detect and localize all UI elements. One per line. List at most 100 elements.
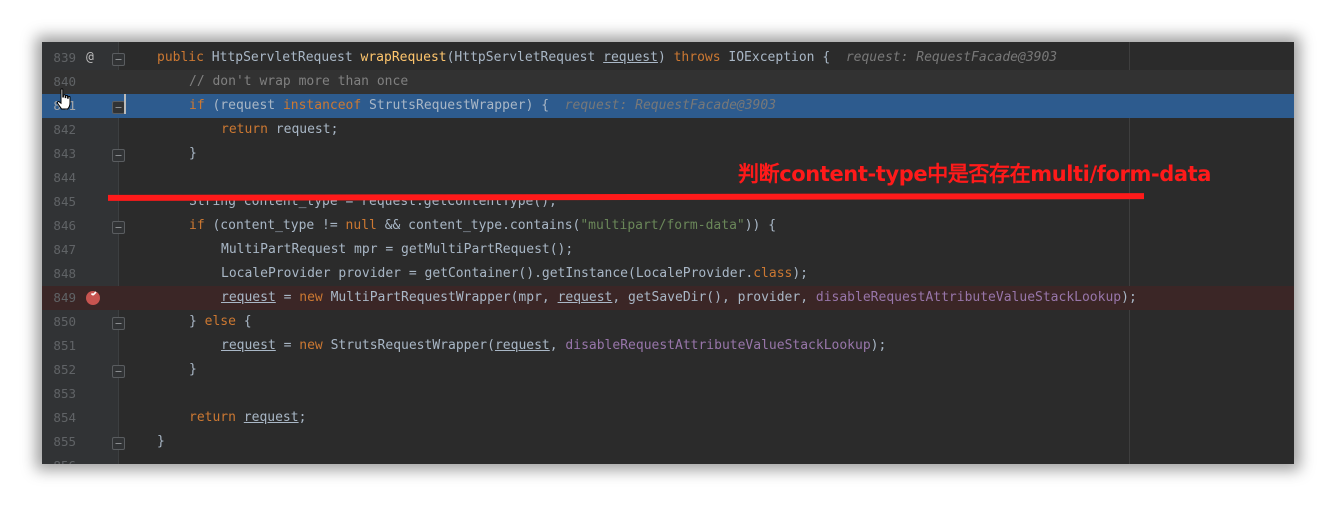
code-token: request [221, 290, 276, 305]
code-line[interactable]: 852} [42, 358, 1294, 382]
code-text[interactable]: // don't wrap more than once [189, 70, 408, 94]
code-text[interactable]: if (request instanceof StrutsRequestWrap… [189, 94, 776, 118]
code-token: throws [673, 50, 729, 65]
line-number[interactable]: 846 [42, 214, 76, 238]
code-token: = [275, 290, 300, 305]
line-number[interactable]: 844 [42, 166, 76, 190]
code-token: return [221, 122, 276, 137]
code-token: )) { [744, 218, 777, 233]
code-line[interactable]: 839 public HttpServletRequest wrapRequest… [42, 46, 1294, 70]
code-text[interactable]: LocaleProvider provider = getContainer()… [221, 262, 808, 286]
code-line[interactable]: 847 MultiPartRequest mpr = getMultiPartRe… [42, 238, 1294, 262]
code-token: (HttpServletRequest [446, 50, 604, 65]
line-number[interactable]: 839 [42, 46, 76, 70]
code-line[interactable]: 853 [42, 382, 1294, 406]
code-token: wrapRequest [360, 50, 447, 65]
line-number[interactable]: 851 [42, 334, 76, 358]
code-token: null [345, 218, 385, 233]
code-text[interactable]: request = new StrutsRequestWrapper(reque… [221, 334, 886, 358]
code-token: request [243, 410, 299, 425]
code-token: disableRequestAttributeValueStackLookup [565, 338, 871, 353]
line-number[interactable]: 855 [42, 430, 76, 454]
code-text[interactable]: public HttpServletRequest wrapRequest(Ht… [157, 46, 1057, 70]
line-number[interactable]: 848 [42, 262, 76, 286]
code-token: request; [275, 122, 339, 137]
code-token: ) [657, 50, 674, 65]
code-token: // don't wrap more than once [189, 74, 409, 89]
code-line[interactable]: 842 return request; [42, 118, 1294, 142]
fold-marker-icon[interactable] [112, 149, 125, 162]
code-token: , getSaveDir(), provider, [612, 290, 816, 305]
line-number[interactable]: 856 [42, 454, 76, 464]
code-text[interactable]: request = new MultiPartRequestWrapper(mp… [221, 286, 1137, 310]
line-number[interactable]: 852 [42, 358, 76, 382]
code-token: , [549, 338, 566, 353]
code-token: (request [212, 98, 283, 113]
fold-marker-icon[interactable] [112, 53, 125, 66]
text-caret [124, 94, 126, 114]
inline-debug-value: request: RequestFacade@3903 [564, 98, 777, 113]
code-token: ); [870, 338, 887, 353]
line-number[interactable]: 850 [42, 310, 76, 334]
line-number[interactable]: 843 [42, 142, 76, 166]
fold-marker-icon[interactable] [112, 437, 125, 450]
implements-marker-icon[interactable]: @ [86, 50, 94, 66]
code-token: HttpServletRequest [211, 50, 361, 65]
code-line[interactable]: 846 if (content_type != null && content_t… [42, 214, 1294, 238]
line-number[interactable]: 847 [42, 238, 76, 262]
line-number[interactable]: 849 [42, 286, 76, 310]
code-token: request [494, 338, 550, 353]
code-token: return [189, 410, 244, 425]
code-token: StrutsRequestWrapper( [330, 338, 495, 353]
code-token: ; [298, 410, 307, 425]
code-line[interactable]: 840// don't wrap more than once [42, 70, 1294, 94]
breakpoint-icon[interactable] [86, 291, 100, 305]
code-text[interactable]: } [189, 142, 197, 166]
code-token: (content_type != [212, 218, 346, 233]
code-line[interactable]: 856 [42, 454, 1294, 464]
inline-debug-value: request: RequestFacade@3903 [845, 50, 1058, 65]
code-text[interactable]: return request; [221, 118, 338, 142]
code-token: MultiPartRequest mpr = getMultiPartReque… [221, 242, 574, 257]
code-token: request [221, 338, 276, 353]
code-token: StrutsRequestWrapper) { [369, 98, 565, 113]
code-line[interactable]: 855} [42, 430, 1294, 454]
fold-marker-icon[interactable] [112, 317, 125, 330]
code-token: ); [1121, 290, 1137, 305]
code-text[interactable]: if (content_type != null && content_type… [189, 214, 776, 238]
code-token: instanceof [282, 98, 370, 113]
line-number[interactable]: 854 [42, 406, 76, 430]
code-text[interactable]: } [189, 358, 197, 382]
code-token: MultiPartRequestWrapper(mpr, [330, 290, 558, 305]
line-number[interactable]: 845 [42, 190, 76, 214]
code-token: public [157, 50, 212, 65]
code-token: } [189, 314, 205, 329]
code-text[interactable]: MultiPartRequest mpr = getMultiPartReque… [221, 238, 573, 262]
hand-pointer-icon [56, 88, 71, 110]
code-token: "multipart/form-data" [580, 218, 745, 233]
code-token: } [189, 362, 197, 377]
code-text[interactable]: return request; [189, 406, 306, 430]
code-line[interactable]: 841if (request instanceof StrutsRequestW… [42, 94, 1294, 118]
code-token: class [753, 266, 793, 281]
code-token: { [243, 314, 252, 329]
code-line[interactable]: 851 request = new StrutsRequestWrapper(re… [42, 334, 1294, 358]
code-token: } [157, 434, 165, 449]
code-text[interactable]: } else { [189, 310, 252, 334]
annotation-label: 判断content-type中是否存在multi/form-data [738, 162, 1212, 186]
code-token: && content_type.contains( [384, 218, 581, 233]
code-line[interactable]: 848 LocaleProvider provider = getContaine… [42, 262, 1294, 286]
line-number[interactable]: 853 [42, 382, 76, 406]
code-line[interactable]: 854 return request; [42, 406, 1294, 430]
code-token: LocaleProvider provider = getContainer()… [221, 266, 754, 281]
fold-marker-icon[interactable] [112, 365, 125, 378]
fold-marker-icon[interactable] [112, 221, 125, 234]
code-token: IOException { [728, 50, 846, 65]
line-number[interactable]: 842 [42, 118, 76, 142]
code-line[interactable]: 850 } else { [42, 310, 1294, 334]
code-line[interactable]: 849 request = new MultiPartRequestWrapper… [42, 286, 1294, 310]
code-editor[interactable]: 839 public HttpServletRequest wrapRequest… [42, 42, 1294, 464]
code-text[interactable]: } [157, 430, 165, 454]
code-token: request [557, 290, 613, 305]
code-token: } [189, 146, 197, 161]
